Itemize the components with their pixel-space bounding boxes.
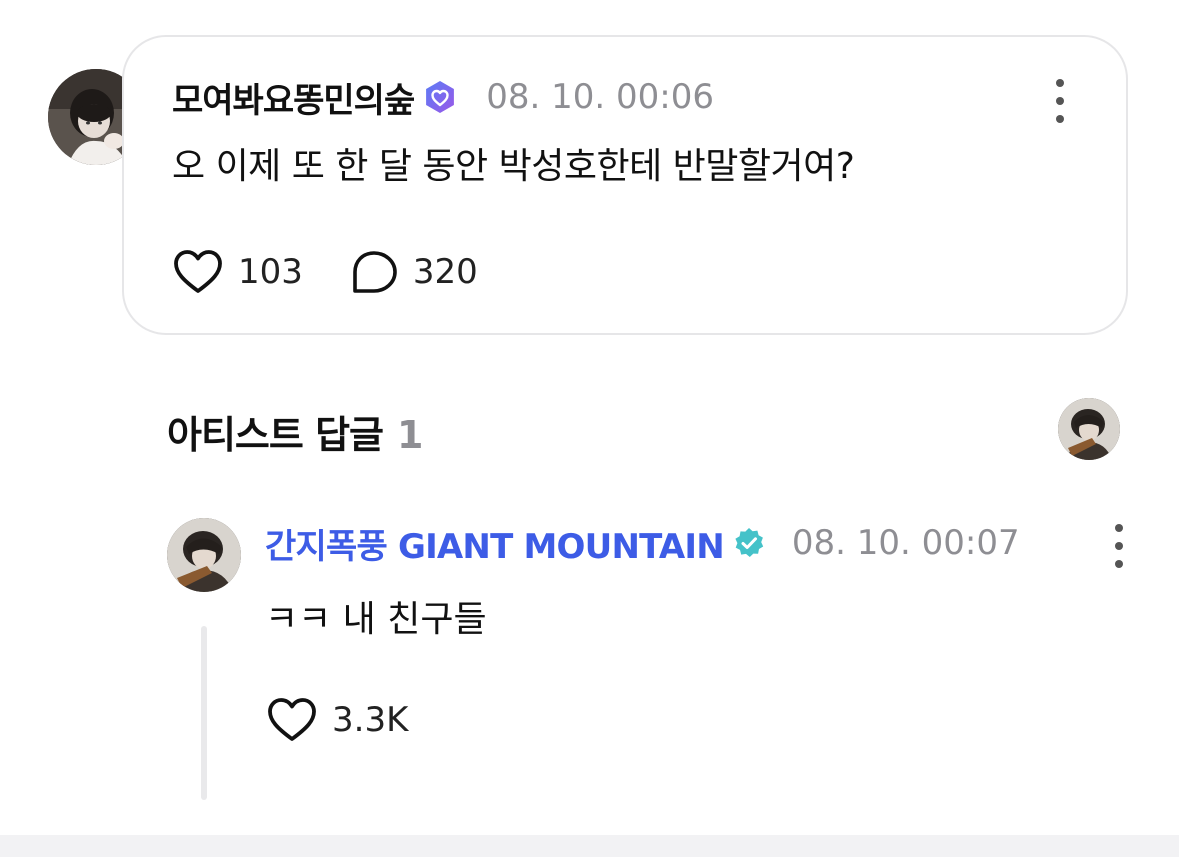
dot bbox=[1115, 524, 1123, 532]
reply-like-button[interactable]: 3.3K bbox=[266, 696, 408, 744]
purple-heart-badge-icon bbox=[426, 81, 455, 113]
dot bbox=[1115, 542, 1123, 550]
dot bbox=[1056, 79, 1064, 87]
reply-more-options-button[interactable] bbox=[1107, 524, 1131, 568]
reply-thread-line bbox=[201, 626, 207, 800]
reply-header: 간지폭풍 GIANT MOUNTAIN 08. 10. 00:07 bbox=[265, 519, 1020, 568]
post-card: 모여봐요똥민의숲 08. 10. 00:06 오 이제 또 한 달 동안 박성호… bbox=[122, 35, 1128, 335]
avatar-photo bbox=[167, 518, 241, 592]
teal-verified-check-icon bbox=[735, 528, 764, 557]
post-comment-count: 320 bbox=[412, 252, 478, 292]
comment-thread-screen: 모여봐요똥민의숲 08. 10. 00:06 오 이제 또 한 달 동안 박성호… bbox=[0, 0, 1179, 857]
reply-timestamp: 08. 10. 00:07 bbox=[791, 523, 1020, 563]
artist-replies-header: 아티스트 답글 1 bbox=[167, 404, 423, 459]
artist-replies-title: 아티스트 답글 bbox=[167, 413, 384, 457]
dot bbox=[1115, 560, 1123, 568]
post-author-name[interactable]: 모여봐요똥민의숲 bbox=[172, 73, 415, 122]
dot bbox=[1056, 115, 1064, 123]
comment-bubble-icon bbox=[353, 251, 397, 293]
avatar-photo bbox=[1058, 398, 1120, 460]
reply-like-count: 3.3K bbox=[332, 700, 409, 740]
post-actions: 103 320 bbox=[172, 247, 478, 297]
heart-icon bbox=[174, 250, 222, 293]
post-like-button[interactable]: 103 bbox=[172, 248, 303, 296]
post-like-count: 103 bbox=[238, 252, 303, 292]
post-header: 모여봐요똥민의숲 08. 10. 00:06 bbox=[172, 73, 714, 122]
post-more-options-button[interactable] bbox=[1048, 79, 1072, 123]
post-comment-button[interactable]: 320 bbox=[349, 248, 478, 296]
artist-replies-count: 1 bbox=[397, 413, 424, 457]
dot bbox=[1056, 97, 1064, 105]
post-body-text: 오 이제 또 한 달 동안 박성호한테 반말할거여? bbox=[172, 146, 855, 187]
reply-body-text: ㅋㅋ 내 친구들 bbox=[265, 599, 487, 640]
post-timestamp: 08. 10. 00:06 bbox=[486, 77, 714, 117]
reply-author-avatar[interactable] bbox=[167, 518, 241, 592]
artist-avatar-small[interactable] bbox=[1058, 398, 1120, 460]
reply-author-name[interactable]: 간지폭풍 GIANT MOUNTAIN bbox=[265, 519, 725, 568]
reply-actions: 3.3K bbox=[266, 695, 408, 745]
heart-icon bbox=[268, 698, 316, 741]
bottom-divider-bar bbox=[0, 835, 1179, 857]
